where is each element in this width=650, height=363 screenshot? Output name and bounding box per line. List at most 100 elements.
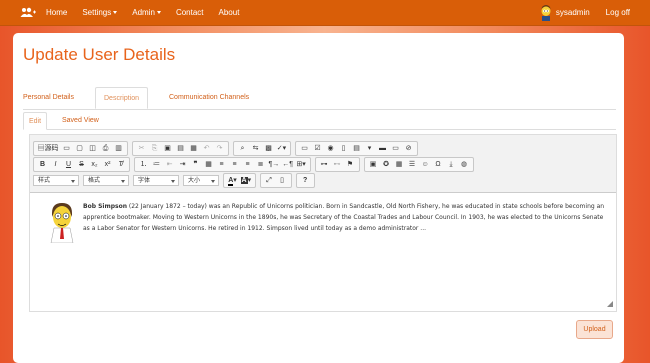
nav-admin-dropdown[interactable]: Admin bbox=[132, 8, 161, 17]
nav-settings-dropdown[interactable]: Settings bbox=[82, 8, 118, 17]
help-icon[interactable]: ? bbox=[299, 175, 312, 186]
bulleted-list-icon[interactable]: ≔ bbox=[150, 159, 163, 170]
align-left-icon[interactable]: ≡ bbox=[215, 159, 228, 170]
resize-handle-icon[interactable] bbox=[607, 300, 613, 307]
outdent-icon[interactable]: ⇤ bbox=[163, 159, 176, 170]
align-center-icon[interactable]: ≡ bbox=[228, 159, 241, 170]
show-blocks-icon[interactable]: ▯ bbox=[276, 175, 289, 186]
maximize-icon[interactable]: ⤢ bbox=[263, 175, 276, 186]
nav-username[interactable]: sysadmin bbox=[556, 8, 590, 17]
main-tabs: Personal Details Description Communicati… bbox=[23, 87, 616, 110]
hidden-field-icon[interactable]: ⊘ bbox=[402, 143, 415, 154]
editor-content[interactable]: Bob Simpson (22 January 1872 – today) wa… bbox=[31, 193, 615, 308]
logoff-link[interactable]: Log off bbox=[606, 8, 630, 17]
format-dropdown[interactable]: 格式 bbox=[83, 175, 129, 186]
justify-icon[interactable]: ≣ bbox=[254, 159, 267, 170]
toolbar-group-document: ▤源码 ▭ ▢ ◫ ⎙ ▥ bbox=[33, 141, 128, 156]
tab-communication-channels[interactable]: Communication Channels bbox=[169, 87, 249, 109]
editor-tabs: Edit Saved View bbox=[23, 112, 616, 130]
underline-icon[interactable]: U bbox=[62, 159, 75, 170]
unlink-icon[interactable]: ⊷ bbox=[331, 159, 344, 170]
tab-edit[interactable]: Edit bbox=[23, 112, 48, 130]
image-button-icon[interactable]: ▭ bbox=[389, 143, 402, 154]
copy-icon[interactable]: ⎘ bbox=[148, 143, 161, 154]
undo-icon[interactable]: ↶ bbox=[200, 143, 213, 154]
nav-home[interactable]: Home bbox=[46, 8, 67, 17]
spellcheck-icon[interactable]: ✓▾ bbox=[275, 143, 288, 154]
align-right-icon[interactable]: ≡ bbox=[241, 159, 254, 170]
paste-word-icon[interactable]: ▦ bbox=[187, 143, 200, 154]
tab-personal-details[interactable]: Personal Details bbox=[23, 87, 74, 109]
form-icon[interactable]: ▭ bbox=[298, 143, 311, 154]
numbered-list-icon[interactable]: ⒈ bbox=[137, 159, 150, 170]
paste-icon[interactable]: ▣ bbox=[161, 143, 174, 154]
nav-about[interactable]: About bbox=[219, 8, 240, 17]
bold-icon[interactable]: B bbox=[36, 159, 49, 170]
strikethrough-icon[interactable]: S bbox=[75, 159, 88, 170]
subscript-icon[interactable]: x₂ bbox=[88, 159, 101, 170]
special-char-icon[interactable]: Ω bbox=[432, 159, 445, 170]
new-page-icon[interactable]: ▢ bbox=[73, 143, 86, 154]
image-icon[interactable]: ▣ bbox=[367, 159, 380, 170]
toolbar-group-links: ⊶ ⊷ ⚑ bbox=[314, 157, 360, 172]
toolbar-row-3: 样式 格式 字体 大小 A▾ A▾ ⤢ ▯ ? bbox=[33, 173, 319, 188]
nav-contact[interactable]: Contact bbox=[176, 8, 204, 17]
font-label: 字体 bbox=[138, 178, 151, 184]
toolbar-group-forms: ▭ ☑ ◉ ▯ ▤ ▾ ▬ ▭ ⊘ bbox=[295, 141, 418, 156]
upload-button[interactable]: Upload bbox=[576, 320, 613, 339]
bio-body: (22 January 1872 – today) was an Republi… bbox=[83, 203, 605, 232]
button-field-icon[interactable]: ▬ bbox=[376, 143, 389, 154]
source-label: 源码 bbox=[44, 145, 59, 152]
div-container-icon[interactable]: ▦ bbox=[202, 159, 215, 170]
nav-user-area: sysadmin Log off bbox=[539, 4, 650, 21]
select-field-icon[interactable]: ▾ bbox=[363, 143, 376, 154]
anchor-icon[interactable]: ⚑ bbox=[344, 159, 357, 170]
superscript-icon[interactable]: x² bbox=[101, 159, 114, 170]
cut-icon[interactable]: ✂ bbox=[135, 143, 148, 154]
format-label: 格式 bbox=[88, 178, 101, 184]
language-icon[interactable]: ⊞▾ bbox=[295, 159, 308, 170]
toolbar-group-paragraph: ⒈ ≔ ⇤ ⇥ ❞ ▦ ≡ ≡ ≡ ≣ ¶→ ←¶ ⊞▾ bbox=[134, 157, 311, 172]
smiley-icon[interactable]: ☺ bbox=[419, 159, 432, 170]
replace-icon[interactable]: ⇆ bbox=[249, 143, 262, 154]
save-icon[interactable]: ▭ bbox=[60, 143, 73, 154]
templates-icon[interactable]: ▥ bbox=[112, 143, 125, 154]
chevron-down-icon bbox=[113, 11, 118, 15]
flash-icon[interactable]: ✪ bbox=[380, 159, 393, 170]
size-dropdown[interactable]: 大小 bbox=[183, 175, 219, 186]
main-panel: Update User Details Personal Details Des… bbox=[13, 33, 624, 363]
horizontal-rule-icon[interactable]: ☰ bbox=[406, 159, 419, 170]
select-all-icon[interactable]: ▩ bbox=[262, 143, 275, 154]
textfield-icon[interactable]: ▯ bbox=[337, 143, 350, 154]
styles-dropdown[interactable]: 样式 bbox=[33, 175, 79, 186]
print-icon[interactable]: ⎙ bbox=[99, 143, 112, 154]
remove-format-icon[interactable]: T̸ bbox=[114, 159, 127, 170]
page-title: Update User Details bbox=[23, 45, 176, 64]
table-icon[interactable]: ▦ bbox=[393, 159, 406, 170]
users-icon[interactable] bbox=[20, 7, 36, 19]
rtl-icon[interactable]: ←¶ bbox=[281, 159, 295, 170]
bg-color-icon[interactable]: A▾ bbox=[239, 175, 253, 186]
page-break-icon[interactable]: ⤓ bbox=[445, 159, 458, 170]
font-dropdown[interactable]: 字体 bbox=[133, 175, 179, 186]
text-color-icon[interactable]: A▾ bbox=[226, 175, 239, 186]
checkbox-icon[interactable]: ☑ bbox=[311, 143, 324, 154]
redo-icon[interactable]: ↷ bbox=[213, 143, 226, 154]
paste-text-icon[interactable]: ▤ bbox=[174, 143, 187, 154]
tab-saved-view[interactable]: Saved View bbox=[62, 112, 99, 129]
iframe-icon[interactable]: ◍ bbox=[458, 159, 471, 170]
indent-icon[interactable]: ⇥ bbox=[176, 159, 189, 170]
source-button[interactable]: ▤源码 bbox=[36, 143, 60, 154]
radio-icon[interactable]: ◉ bbox=[324, 143, 337, 154]
tab-description[interactable]: Description bbox=[95, 87, 149, 109]
ltr-icon[interactable]: ¶→ bbox=[267, 159, 281, 170]
size-label: 大小 bbox=[188, 178, 201, 184]
italic-icon[interactable]: I bbox=[49, 159, 62, 170]
user-avatar-icon[interactable] bbox=[539, 4, 553, 21]
textarea-icon[interactable]: ▤ bbox=[350, 143, 363, 154]
rich-text-editor: ▤源码 ▭ ▢ ◫ ⎙ ▥ ✂ ⎘ ▣ ▤ ▦ ↶ ↷ ⌕ ⇆ ▩ ✓▾ ▭ ☑… bbox=[29, 134, 617, 312]
preview-icon[interactable]: ◫ bbox=[86, 143, 99, 154]
link-icon[interactable]: ⊶ bbox=[318, 159, 331, 170]
blockquote-icon[interactable]: ❞ bbox=[189, 159, 202, 170]
find-icon[interactable]: ⌕ bbox=[236, 143, 249, 154]
